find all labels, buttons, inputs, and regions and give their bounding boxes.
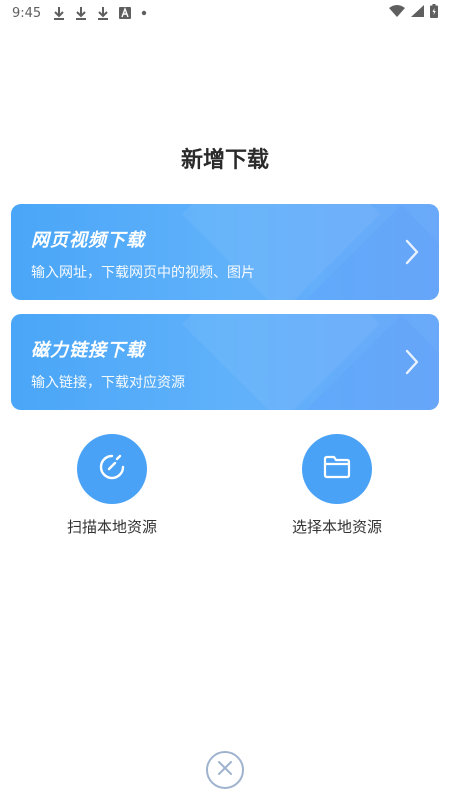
status-bar: 9:45	[0, 0, 450, 26]
signal-icon	[411, 5, 424, 21]
page-title: 新增下载	[180, 148, 269, 173]
dot-icon	[141, 10, 147, 16]
select-local-resources-button[interactable]: 选择本地资源	[267, 434, 407, 537]
chevron-right-icon	[405, 349, 419, 375]
folder-icon	[323, 455, 351, 483]
screen: 9:45 新增下载 网页视频下载 输入网址，下载网页中的视频、图片 磁力链接下载…	[0, 0, 450, 800]
web-video-download-card[interactable]: 网页视频下载 输入网址，下载网页中的视频、图片	[11, 204, 439, 300]
status-time: 9:45	[12, 5, 42, 21]
download-icon	[97, 6, 109, 20]
scan-local-resources-button[interactable]: 扫描本地资源	[42, 434, 182, 537]
chevron-right-icon	[405, 239, 419, 265]
magnet-link-download-card[interactable]: 磁力链接下载 输入链接，下载对应资源	[11, 314, 439, 410]
status-right	[389, 4, 438, 22]
font-icon	[119, 7, 132, 19]
card-title: 磁力链接下载	[31, 340, 145, 361]
card-subtitle: 输入链接，下载对应资源	[31, 375, 185, 391]
battery-icon	[430, 4, 438, 22]
wifi-icon	[389, 5, 405, 21]
scan-label: 扫描本地资源	[66, 518, 157, 536]
folder-circle	[302, 434, 372, 504]
card-subtitle: 输入网址，下载网页中的视频、图片	[31, 265, 255, 281]
close-button[interactable]	[206, 751, 244, 789]
card-title: 网页视频下载	[31, 230, 145, 251]
scan-icon	[98, 453, 126, 485]
close-icon	[217, 760, 233, 780]
download-icon	[75, 6, 87, 20]
scan-circle	[77, 434, 147, 504]
pick-label: 选择本地资源	[291, 518, 382, 536]
download-icon	[53, 6, 65, 20]
